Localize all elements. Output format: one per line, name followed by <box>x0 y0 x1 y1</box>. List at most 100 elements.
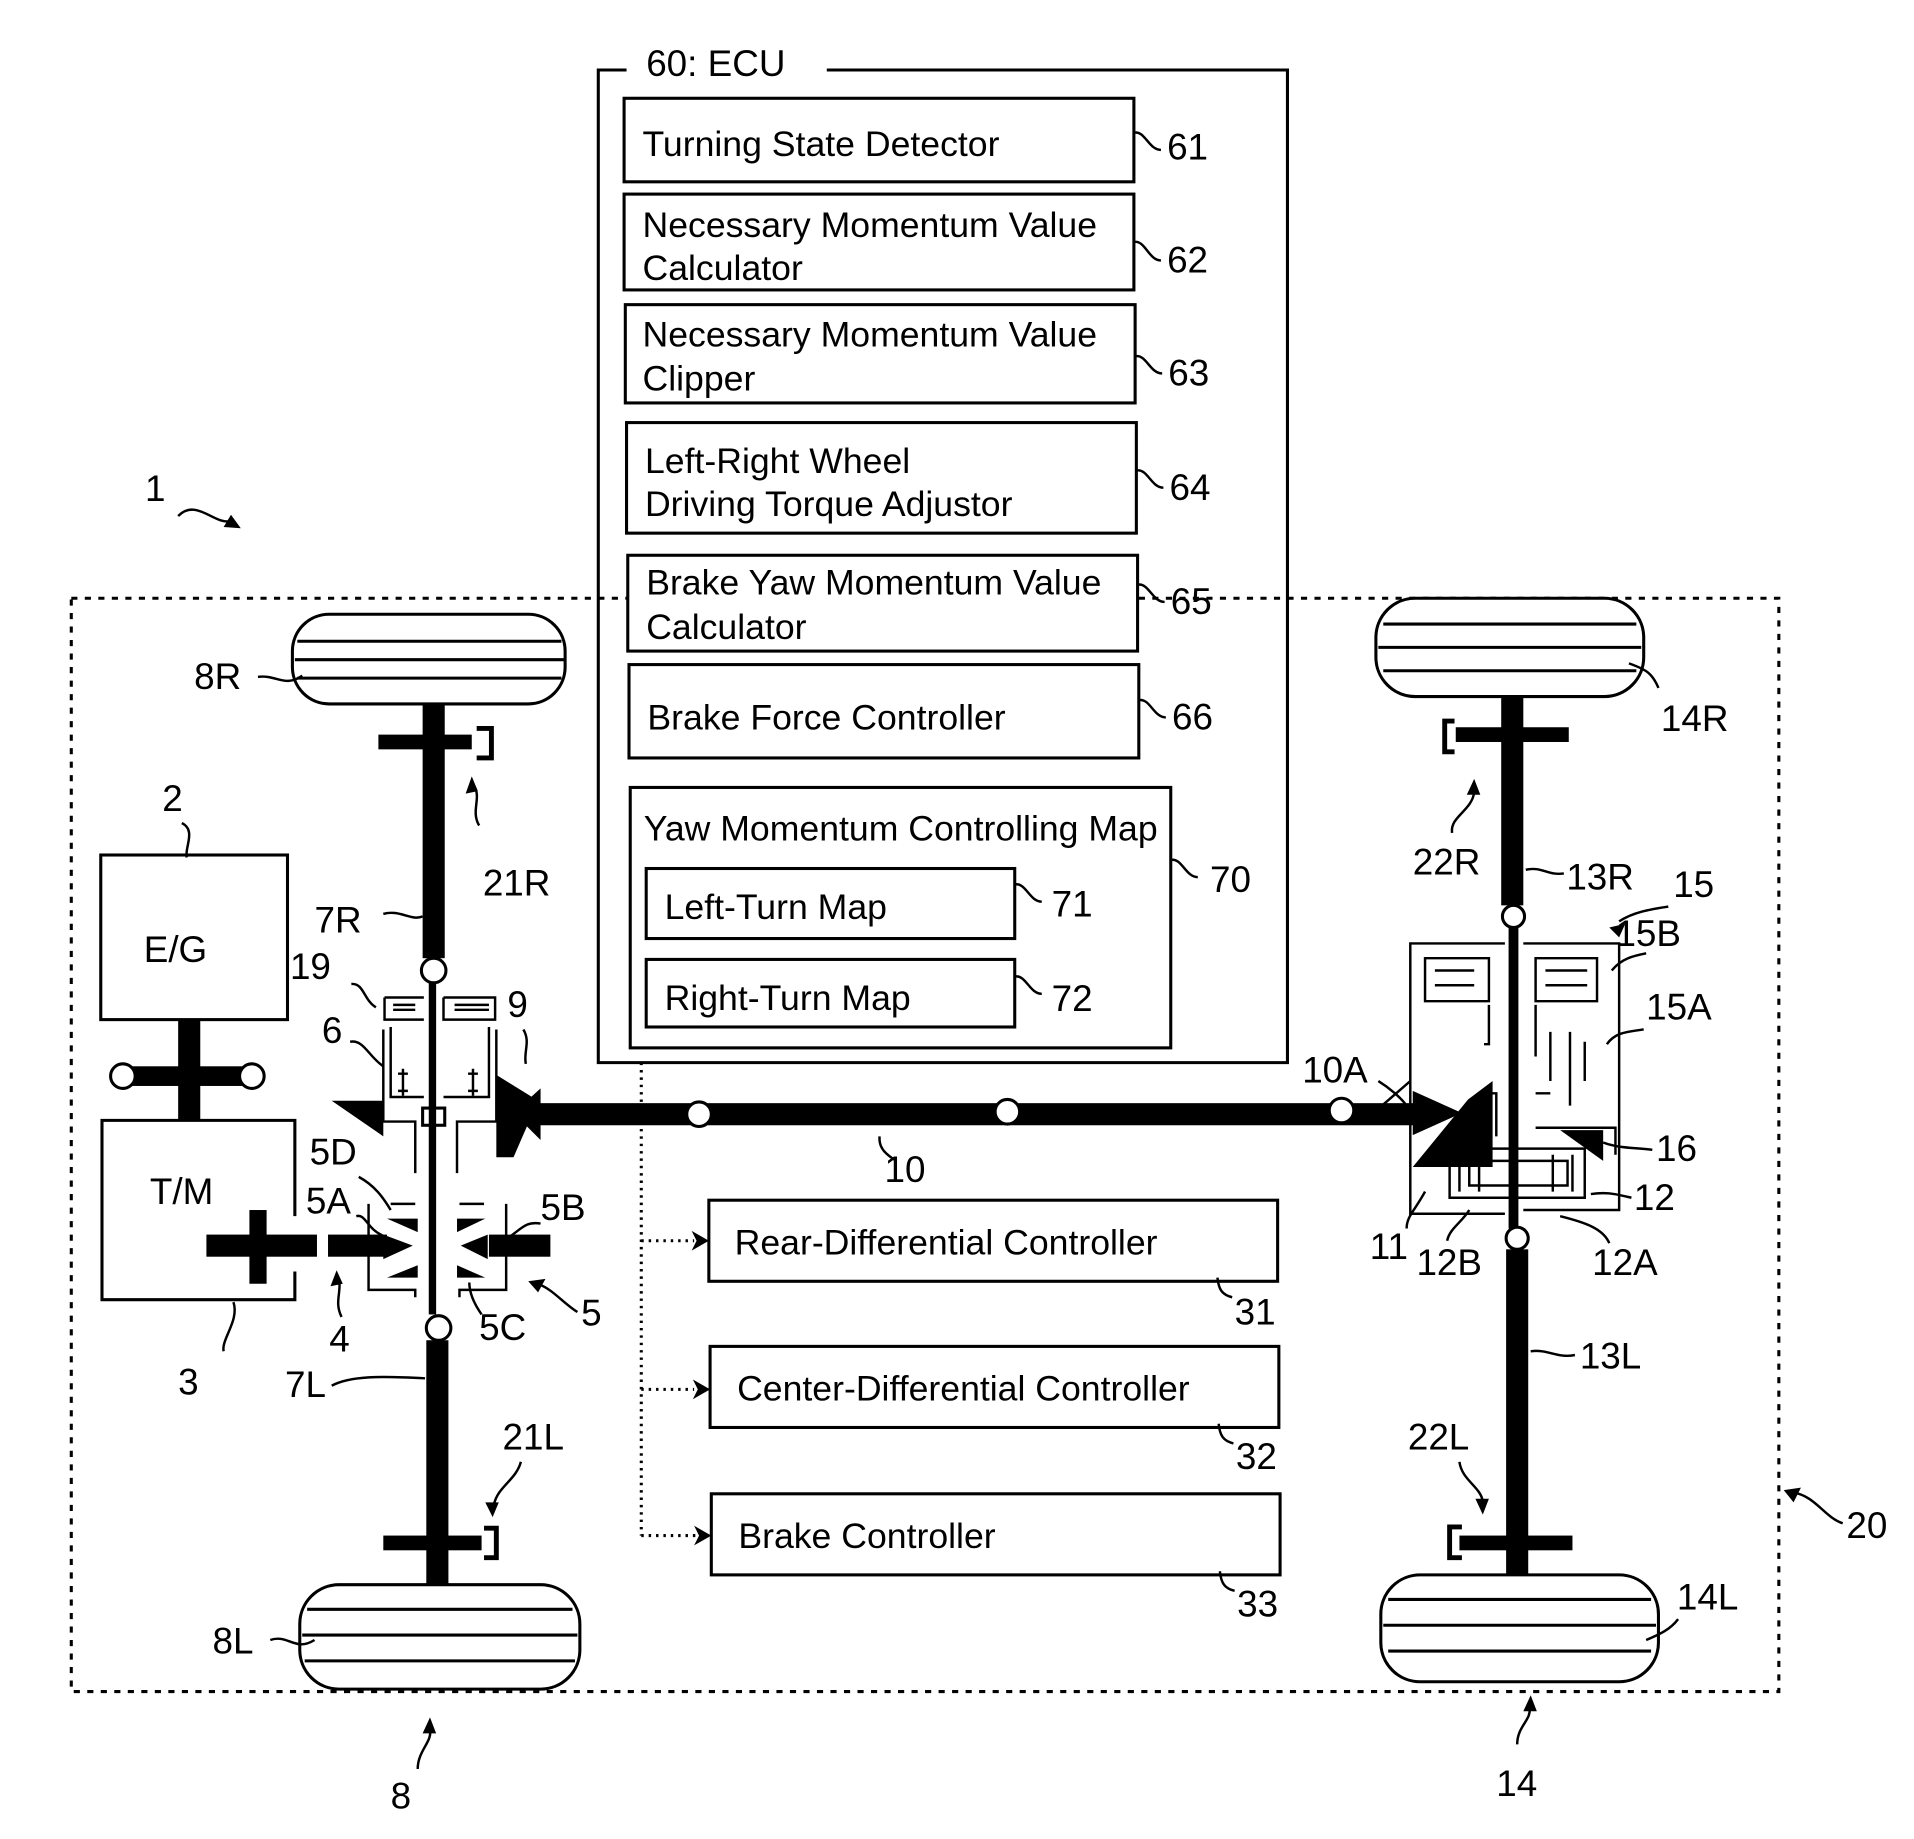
ref-33: 33 <box>1237 1584 1278 1625</box>
label-5: 5 <box>581 1293 602 1334</box>
leader-15A <box>1605 1028 1644 1045</box>
joint-13L <box>1504 1225 1530 1251</box>
brake-caliper-22R <box>1442 718 1455 755</box>
ecu-module-62[interactable]: Necessary Momentum Value Calculator <box>622 192 1136 292</box>
label-5D: 5D <box>310 1132 357 1173</box>
label-5A: 5A <box>306 1181 351 1222</box>
arrow-21L-icon <box>485 1502 499 1518</box>
ecu-module-65[interactable]: Brake Yaw Momentum Value Calculator <box>626 553 1140 653</box>
ecu-module-63[interactable]: Necessary Momentum Value Clipper <box>623 303 1137 405</box>
right-turn-map-72[interactable]: Right-Turn Map <box>644 957 1017 1029</box>
leader-21L <box>492 1461 523 1506</box>
brake-disc-22R <box>1455 727 1569 742</box>
label-3: 3 <box>178 1361 199 1402</box>
label-12B: 12B <box>1416 1242 1482 1283</box>
leader-21R <box>473 785 481 827</box>
controller-31[interactable]: Rear-Differential Controller <box>707 1198 1280 1283</box>
arrow-8-icon <box>422 1717 437 1734</box>
leader-12 <box>1590 1191 1632 1199</box>
rear-unit-15 <box>1381 942 1621 1215</box>
ref-31: 31 <box>1235 1291 1276 1332</box>
ref-66: 66 <box>1172 697 1213 738</box>
leader-22L <box>1458 1461 1484 1502</box>
ecu-module-61[interactable]: Turning State Detector <box>622 96 1136 184</box>
arrow-to-32-icon <box>692 1379 711 1400</box>
leader-7L <box>331 1375 426 1387</box>
propshaft-joint-2 <box>993 1097 1022 1126</box>
controller-32-label: Center-Differential Controller <box>737 1368 1190 1408</box>
leader-64 <box>1136 469 1164 489</box>
ref-62: 62 <box>1167 240 1208 281</box>
ecu-module-66[interactable]: Brake Force Controller <box>627 663 1141 760</box>
leader-7R <box>382 911 424 919</box>
leader-13L <box>1530 1349 1576 1358</box>
leader-10A <box>1377 1080 1408 1107</box>
leader-19 <box>351 982 377 1009</box>
mount-left <box>109 1062 137 1090</box>
label-14R: 14R <box>1661 698 1729 739</box>
propshaft-10 <box>538 1103 1423 1126</box>
module-61-label: Turning State Detector <box>643 124 1000 164</box>
leader-66 <box>1138 698 1167 719</box>
label-19: 19 <box>290 946 331 987</box>
front-diff-5 <box>367 1202 508 1298</box>
label-22L: 22L <box>1408 1417 1469 1458</box>
label-12: 12 <box>1634 1177 1675 1218</box>
leader-61 <box>1133 131 1162 152</box>
leader-5C <box>468 1282 483 1316</box>
label-10A: 10A <box>1302 1049 1368 1090</box>
ecu-module-64[interactable]: Left-Right Wheel Driving Torque Adjustor <box>625 421 1138 535</box>
leader-12A <box>1559 1214 1611 1244</box>
leader-3 <box>222 1301 236 1352</box>
module-65-line1: Brake Yaw Momentum Value <box>646 563 1101 603</box>
ref-72: 72 <box>1052 978 1093 1019</box>
controller-33[interactable]: Brake Controller <box>709 1492 1282 1577</box>
engine-2[interactable]: E/G <box>99 853 290 1022</box>
leader-2 <box>181 821 191 858</box>
label-12A: 12A <box>1592 1242 1658 1283</box>
arrow-to-31-icon <box>691 1230 709 1251</box>
wheel-8R <box>290 612 567 706</box>
label-5B: 5B <box>541 1187 586 1228</box>
leader-62 <box>1133 240 1162 262</box>
shaft-5B <box>488 1234 551 1257</box>
label-2: 2 <box>162 778 183 819</box>
output-shaft-4 <box>328 1234 387 1257</box>
map-70-title: Yaw Momentum Controlling Map <box>644 808 1158 848</box>
label-22R: 22R <box>1413 842 1481 883</box>
label-5C: 5C <box>479 1307 526 1348</box>
center-unit-19 <box>382 996 498 1174</box>
mount-right <box>238 1062 266 1090</box>
label-20: 20 <box>1846 1505 1887 1546</box>
engine-mount-bar <box>120 1066 256 1086</box>
label-7L: 7L <box>285 1364 326 1405</box>
label-21R: 21R <box>483 863 551 904</box>
ref-70: 70 <box>1210 859 1251 900</box>
leader-8 <box>416 1729 432 1770</box>
module-62-line1: Necessary Momentum Value <box>643 205 1098 245</box>
ref-61: 61 <box>1167 127 1208 168</box>
leader-5D <box>358 1175 392 1211</box>
brake-disc-21L <box>383 1535 482 1551</box>
gear-16 <box>1560 1130 1604 1161</box>
arrow-to-33-icon <box>694 1525 712 1546</box>
ecu-block: 60: ECU Turning State Detector 61 Necess… <box>596 43 1289 1065</box>
left-turn-map-71[interactable]: Left-Turn Map <box>644 866 1017 941</box>
leader-22R <box>1450 792 1476 834</box>
transmission-cross <box>249 1210 267 1284</box>
drivetrain-diagram: 20 1 60: ECU Turning State Detector 61 N… <box>69 43 1887 1816</box>
label-8: 8 <box>391 1775 411 1816</box>
map-71-label: Left-Turn Map <box>665 887 887 927</box>
ref-71: 71 <box>1052 883 1093 924</box>
module-64-line2: Driving Torque Adjustor <box>645 484 1013 524</box>
controller-32[interactable]: Center-Differential Controller <box>708 1344 1281 1430</box>
label-10: 10 <box>885 1149 926 1190</box>
ref-65: 65 <box>1171 581 1212 622</box>
propshaft-joint-3 <box>1327 1096 1356 1125</box>
map-72-label: Right-Turn Map <box>665 978 911 1018</box>
module-63-line1: Necessary Momentum Value <box>643 314 1098 354</box>
ref-32: 32 <box>1236 1436 1277 1477</box>
rear-center-shaft <box>1508 927 1519 1229</box>
module-65-line2: Calculator <box>646 607 806 647</box>
joint-13R <box>1500 903 1527 930</box>
